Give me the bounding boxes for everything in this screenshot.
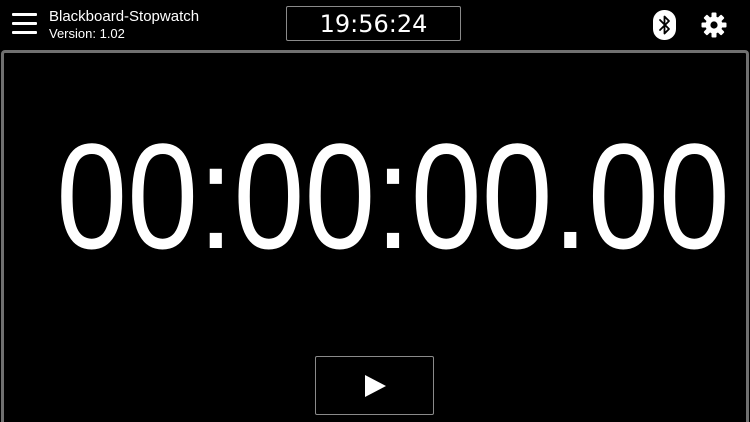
current-time-display: 19:56:24 xyxy=(286,6,461,41)
bluetooth-icon[interactable] xyxy=(653,10,676,40)
play-icon xyxy=(365,375,386,397)
app-header: Blackboard-Stopwatch Version: 1.02 xyxy=(49,8,199,42)
play-button[interactable] xyxy=(315,356,434,415)
app-title: Blackboard-Stopwatch xyxy=(49,8,200,25)
gear-icon[interactable] xyxy=(701,12,727,38)
app-version: Version: 1.02 xyxy=(49,26,125,41)
top-bar: Blackboard-Stopwatch Version: 1.02 19:56… xyxy=(0,0,750,50)
stopwatch-app: Blackboard-Stopwatch Version: 1.02 19:56… xyxy=(0,0,750,422)
menu-icon[interactable] xyxy=(12,13,37,35)
stopwatch-timer: 00:00:00.00 xyxy=(56,112,730,280)
